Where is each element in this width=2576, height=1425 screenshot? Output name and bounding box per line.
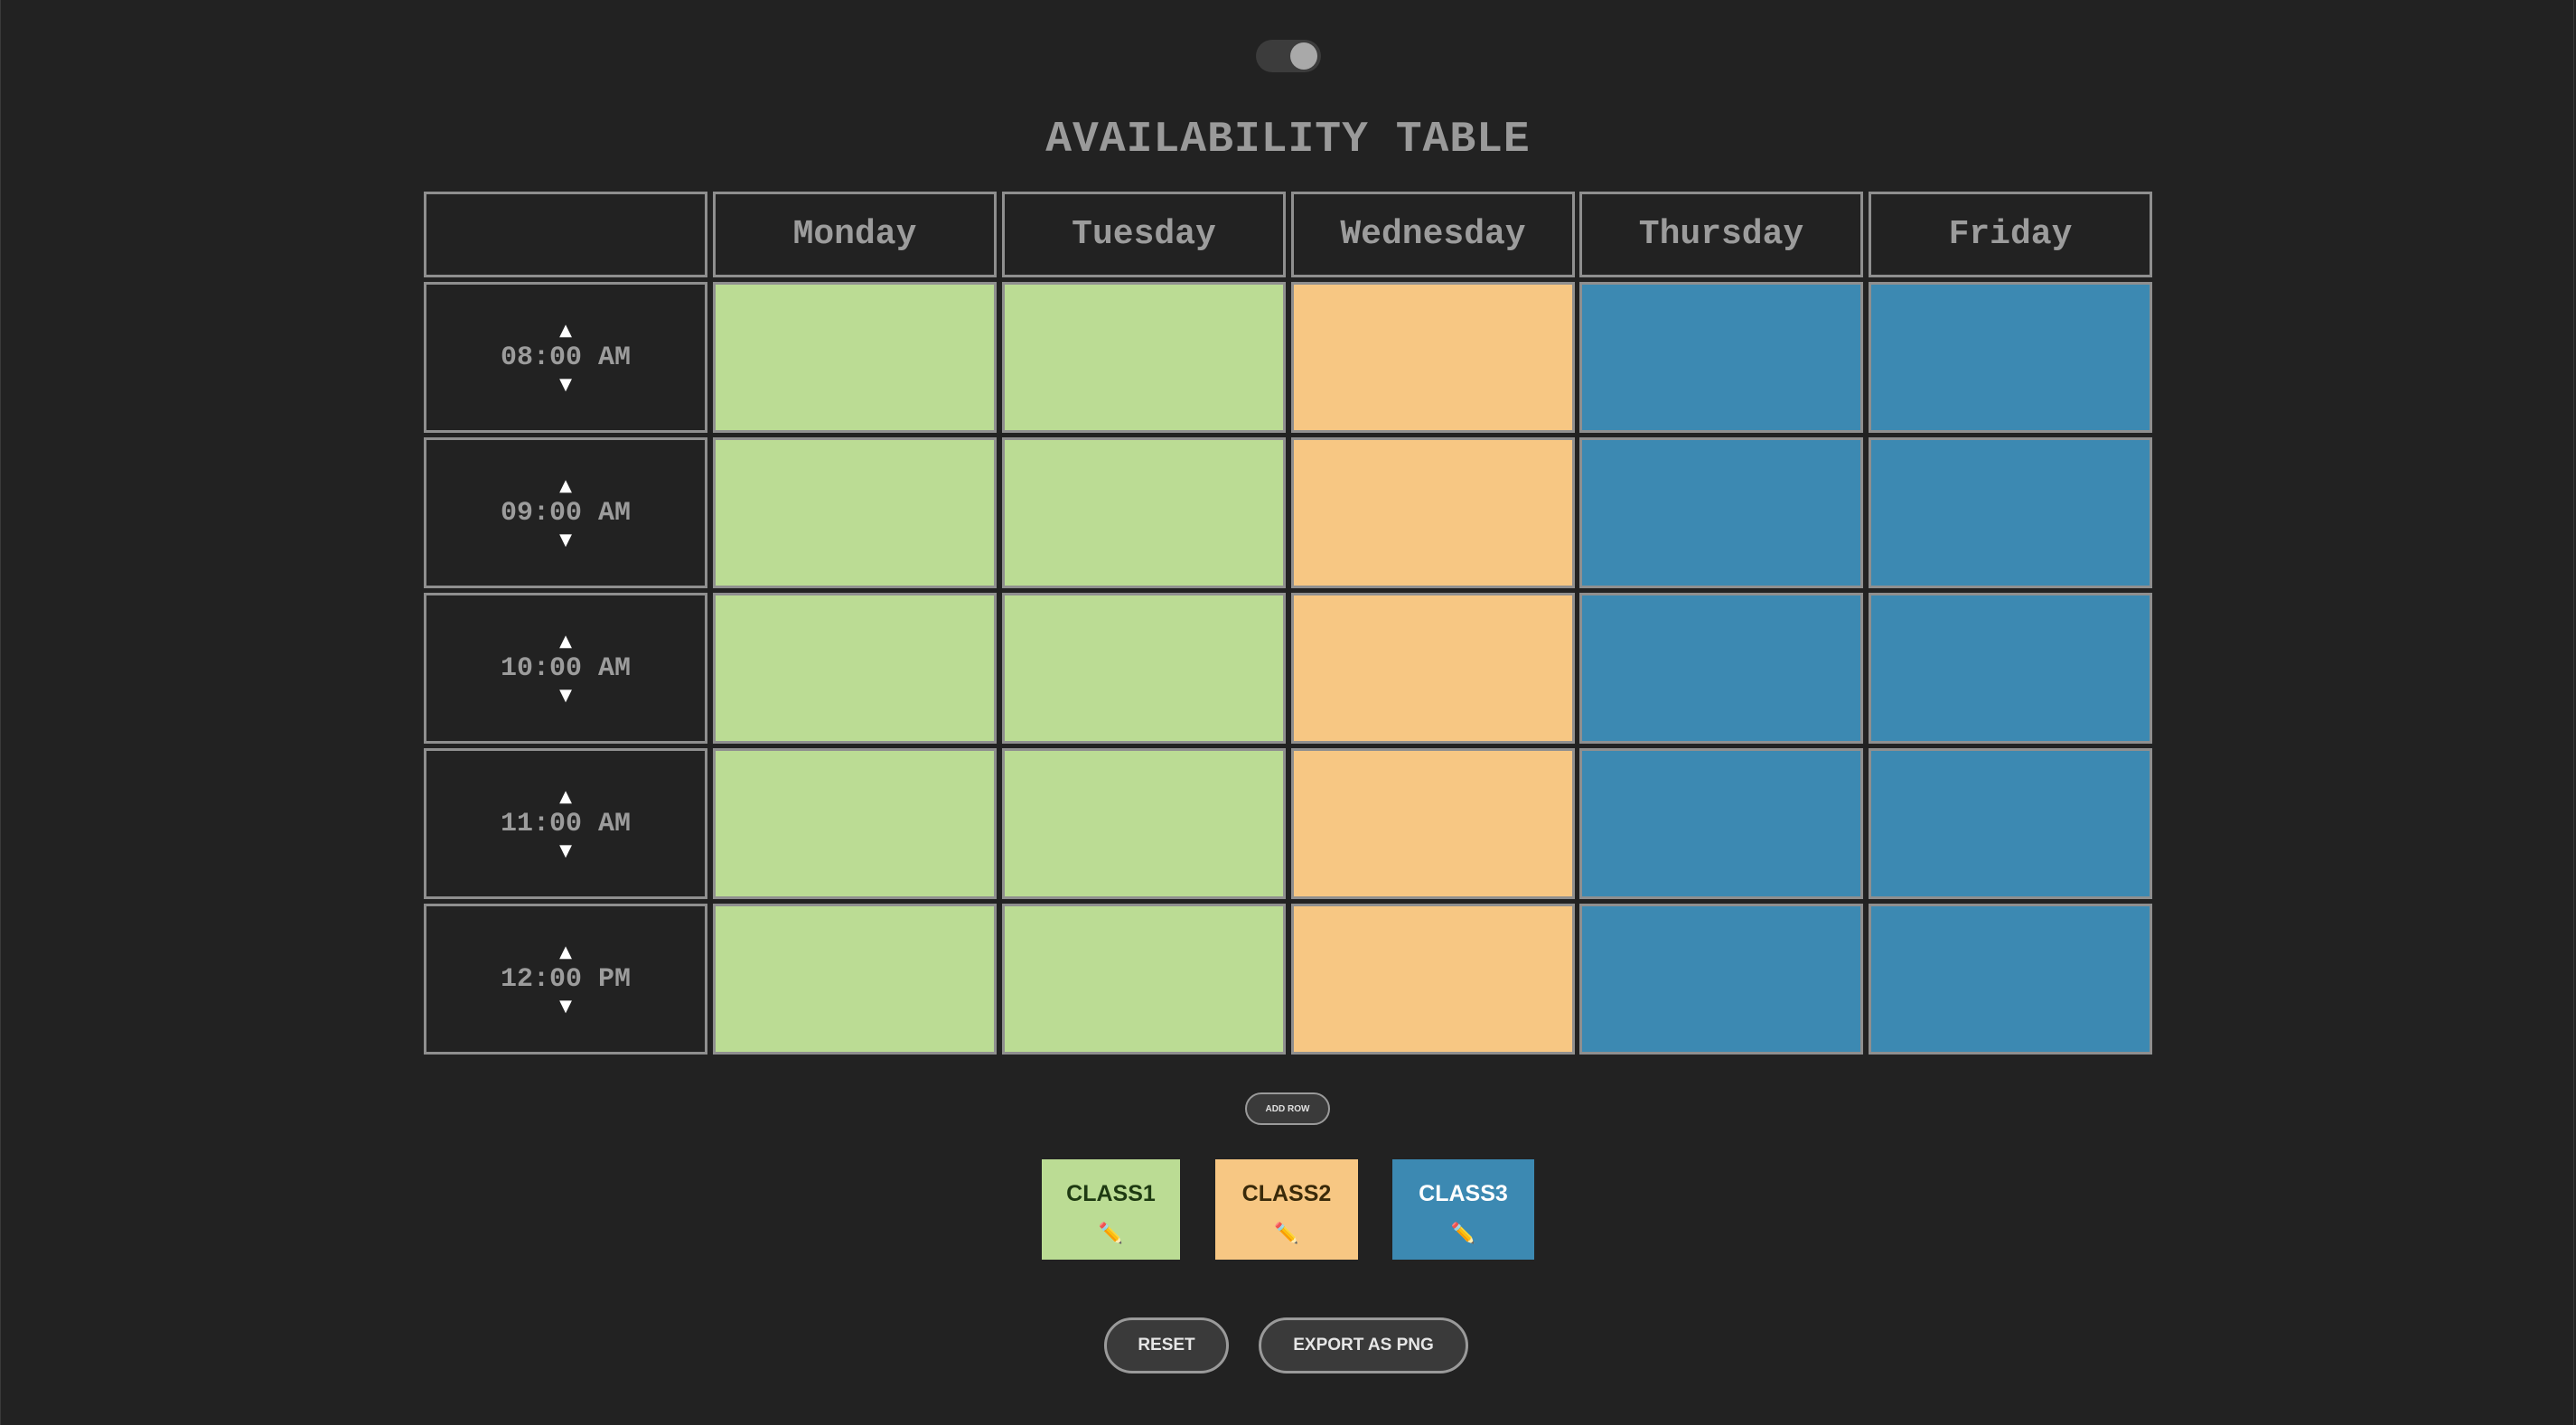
availability-cell-class3[interactable]: [1579, 904, 1863, 1055]
availability-cell-class3[interactable]: [1579, 593, 1863, 744]
availability-cell-class3[interactable]: [1869, 904, 2152, 1055]
availability-cell-class2[interactable]: [1291, 748, 1575, 899]
time-cell: ▲ 08:00 AM ▼: [424, 282, 707, 433]
availability-cell-class1[interactable]: [713, 282, 997, 433]
time-cell: ▲ 10:00 AM ▼: [424, 593, 707, 744]
availability-cell-class1[interactable]: [713, 748, 997, 899]
pencil-icon[interactable]: ✏️: [1215, 1223, 1358, 1245]
time-label: 11:00 AM: [500, 808, 632, 839]
availability-cell-class3[interactable]: [1869, 282, 2152, 433]
legend-class1[interactable]: CLASS1 ✏️: [1042, 1159, 1180, 1260]
legend-label: CLASS1: [1066, 1181, 1156, 1206]
day-header-thursday: Thursday: [1579, 192, 1863, 277]
availability-cell-class3[interactable]: [1869, 593, 2152, 744]
reset-button[interactable]: RESET: [1104, 1317, 1229, 1373]
availability-cell-class3[interactable]: [1869, 437, 2152, 588]
time-down-arrow-icon[interactable]: ▼: [559, 688, 572, 704]
availability-cell-class2[interactable]: [1291, 904, 1575, 1055]
time-down-arrow-icon[interactable]: ▼: [559, 377, 572, 393]
pencil-icon[interactable]: ✏️: [1042, 1223, 1180, 1245]
day-header-friday: Friday: [1869, 192, 2152, 277]
day-header-monday: Monday: [713, 192, 997, 277]
toggle-knob: [1290, 42, 1317, 70]
time-label: 12:00 PM: [500, 963, 632, 995]
availability-cell-class1[interactable]: [713, 593, 997, 744]
add-row-button[interactable]: ADD ROW: [1245, 1092, 1330, 1125]
time-label: 10:00 AM: [500, 652, 632, 684]
time-up-arrow-icon[interactable]: ▲: [559, 323, 572, 339]
time-down-arrow-icon[interactable]: ▼: [559, 998, 572, 1015]
time-label: 08:00 AM: [500, 342, 632, 373]
availability-cell-class3[interactable]: [1869, 748, 2152, 899]
theme-toggle[interactable]: [1256, 40, 1321, 72]
pencil-icon[interactable]: ✏️: [1392, 1223, 1534, 1245]
availability-cell-class3[interactable]: [1579, 282, 1863, 433]
legend-class3[interactable]: CLASS3 ✏️: [1392, 1159, 1534, 1260]
availability-cell-class1[interactable]: [713, 437, 997, 588]
legend-class2[interactable]: CLASS2 ✏️: [1215, 1159, 1358, 1260]
export-png-button[interactable]: EXPORT AS PNG: [1259, 1317, 1468, 1373]
availability-cell-class1[interactable]: [713, 904, 997, 1055]
time-label: 09:00 AM: [500, 497, 632, 529]
time-up-arrow-icon[interactable]: ▲: [559, 789, 572, 805]
time-down-arrow-icon[interactable]: ▼: [559, 843, 572, 859]
day-header-tuesday: Tuesday: [1002, 192, 1286, 277]
time-down-arrow-icon[interactable]: ▼: [559, 532, 572, 548]
day-header-wednesday: Wednesday: [1291, 192, 1575, 277]
availability-cell-class1[interactable]: [1002, 593, 1286, 744]
availability-cell-class1[interactable]: [1002, 437, 1286, 588]
page-title: AVAILABILITY TABLE: [1045, 116, 1531, 164]
availability-cell-class2[interactable]: [1291, 437, 1575, 588]
time-cell: ▲ 12:00 PM ▼: [424, 904, 707, 1055]
table-corner-cell: [424, 192, 707, 277]
time-up-arrow-icon[interactable]: ▲: [559, 944, 572, 961]
time-cell: ▲ 11:00 AM ▼: [424, 748, 707, 899]
availability-cell-class3[interactable]: [1579, 748, 1863, 899]
time-up-arrow-icon[interactable]: ▲: [559, 478, 572, 494]
availability-cell-class2[interactable]: [1291, 593, 1575, 744]
legend-label: CLASS2: [1241, 1181, 1332, 1206]
availability-cell-class1[interactable]: [1002, 282, 1286, 433]
availability-cell-class2[interactable]: [1291, 282, 1575, 433]
availability-cell-class1[interactable]: [1002, 904, 1286, 1055]
availability-cell-class3[interactable]: [1579, 437, 1863, 588]
legend-label: CLASS3: [1419, 1181, 1508, 1206]
time-cell: ▲ 09:00 AM ▼: [424, 437, 707, 588]
time-up-arrow-icon[interactable]: ▲: [559, 633, 572, 650]
availability-cell-class1[interactable]: [1002, 748, 1286, 899]
app-page: AVAILABILITY TABLE Monday Tuesday Wednesda…: [0, 0, 2574, 1425]
